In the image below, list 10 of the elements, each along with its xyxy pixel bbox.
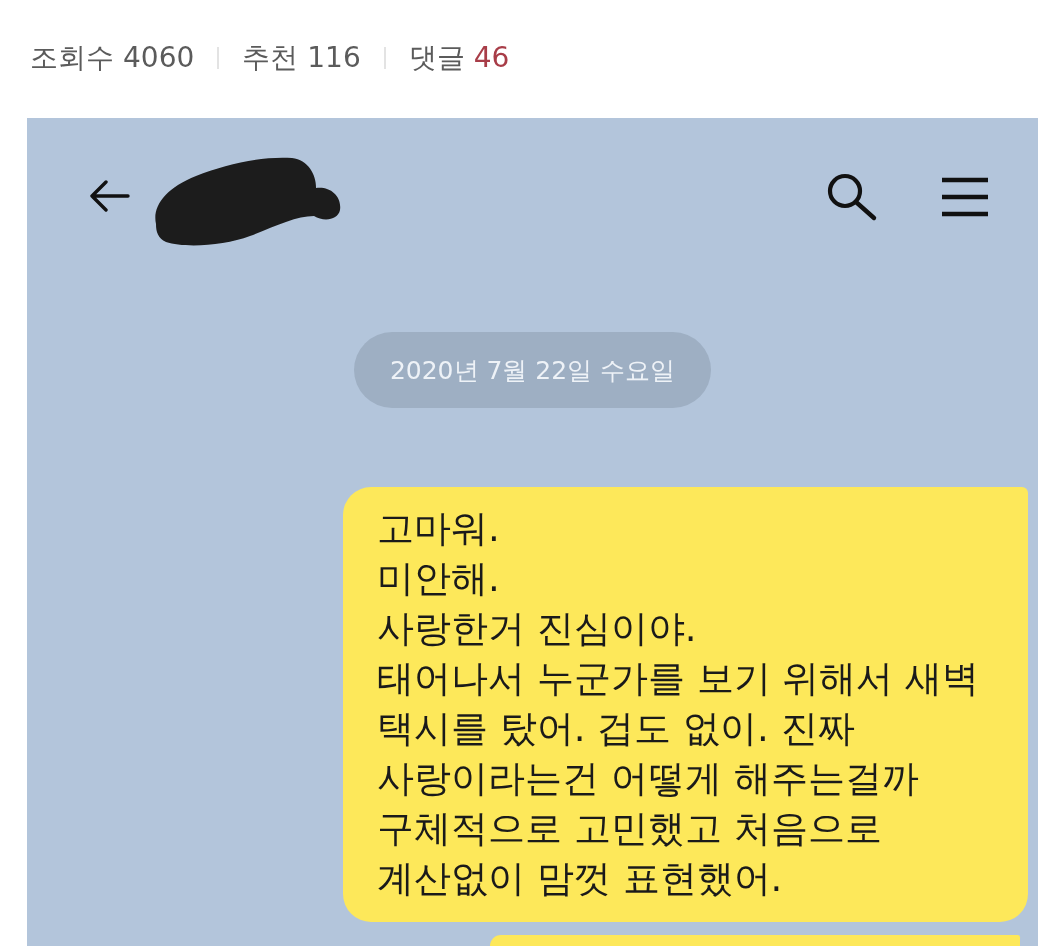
date-divider: 2020년 7월 22일 수요일: [353, 332, 712, 408]
menu-icon[interactable]: [940, 177, 990, 217]
back-arrow-icon[interactable]: [88, 180, 130, 212]
message-text: 고마워. 미안해. 사랑한거 진심이야. 태어나서 누군가를 보기 위해서 새벽 택시를 탔어. 겁도 없이. 진짜 사랑이라는건 어떻게 해주는걸까 구체적으로 고민했고 처음으로 계산없이 맘껏 표현했어.: [377, 506, 981, 902]
stat-label: 조회수: [30, 40, 114, 76]
stat-value: 4060: [123, 40, 195, 76]
stat-label: 추천: [242, 40, 299, 76]
stat-label: 댓글: [408, 40, 465, 76]
stat-value: 116: [307, 40, 361, 76]
stat-value: 46: [473, 40, 510, 76]
